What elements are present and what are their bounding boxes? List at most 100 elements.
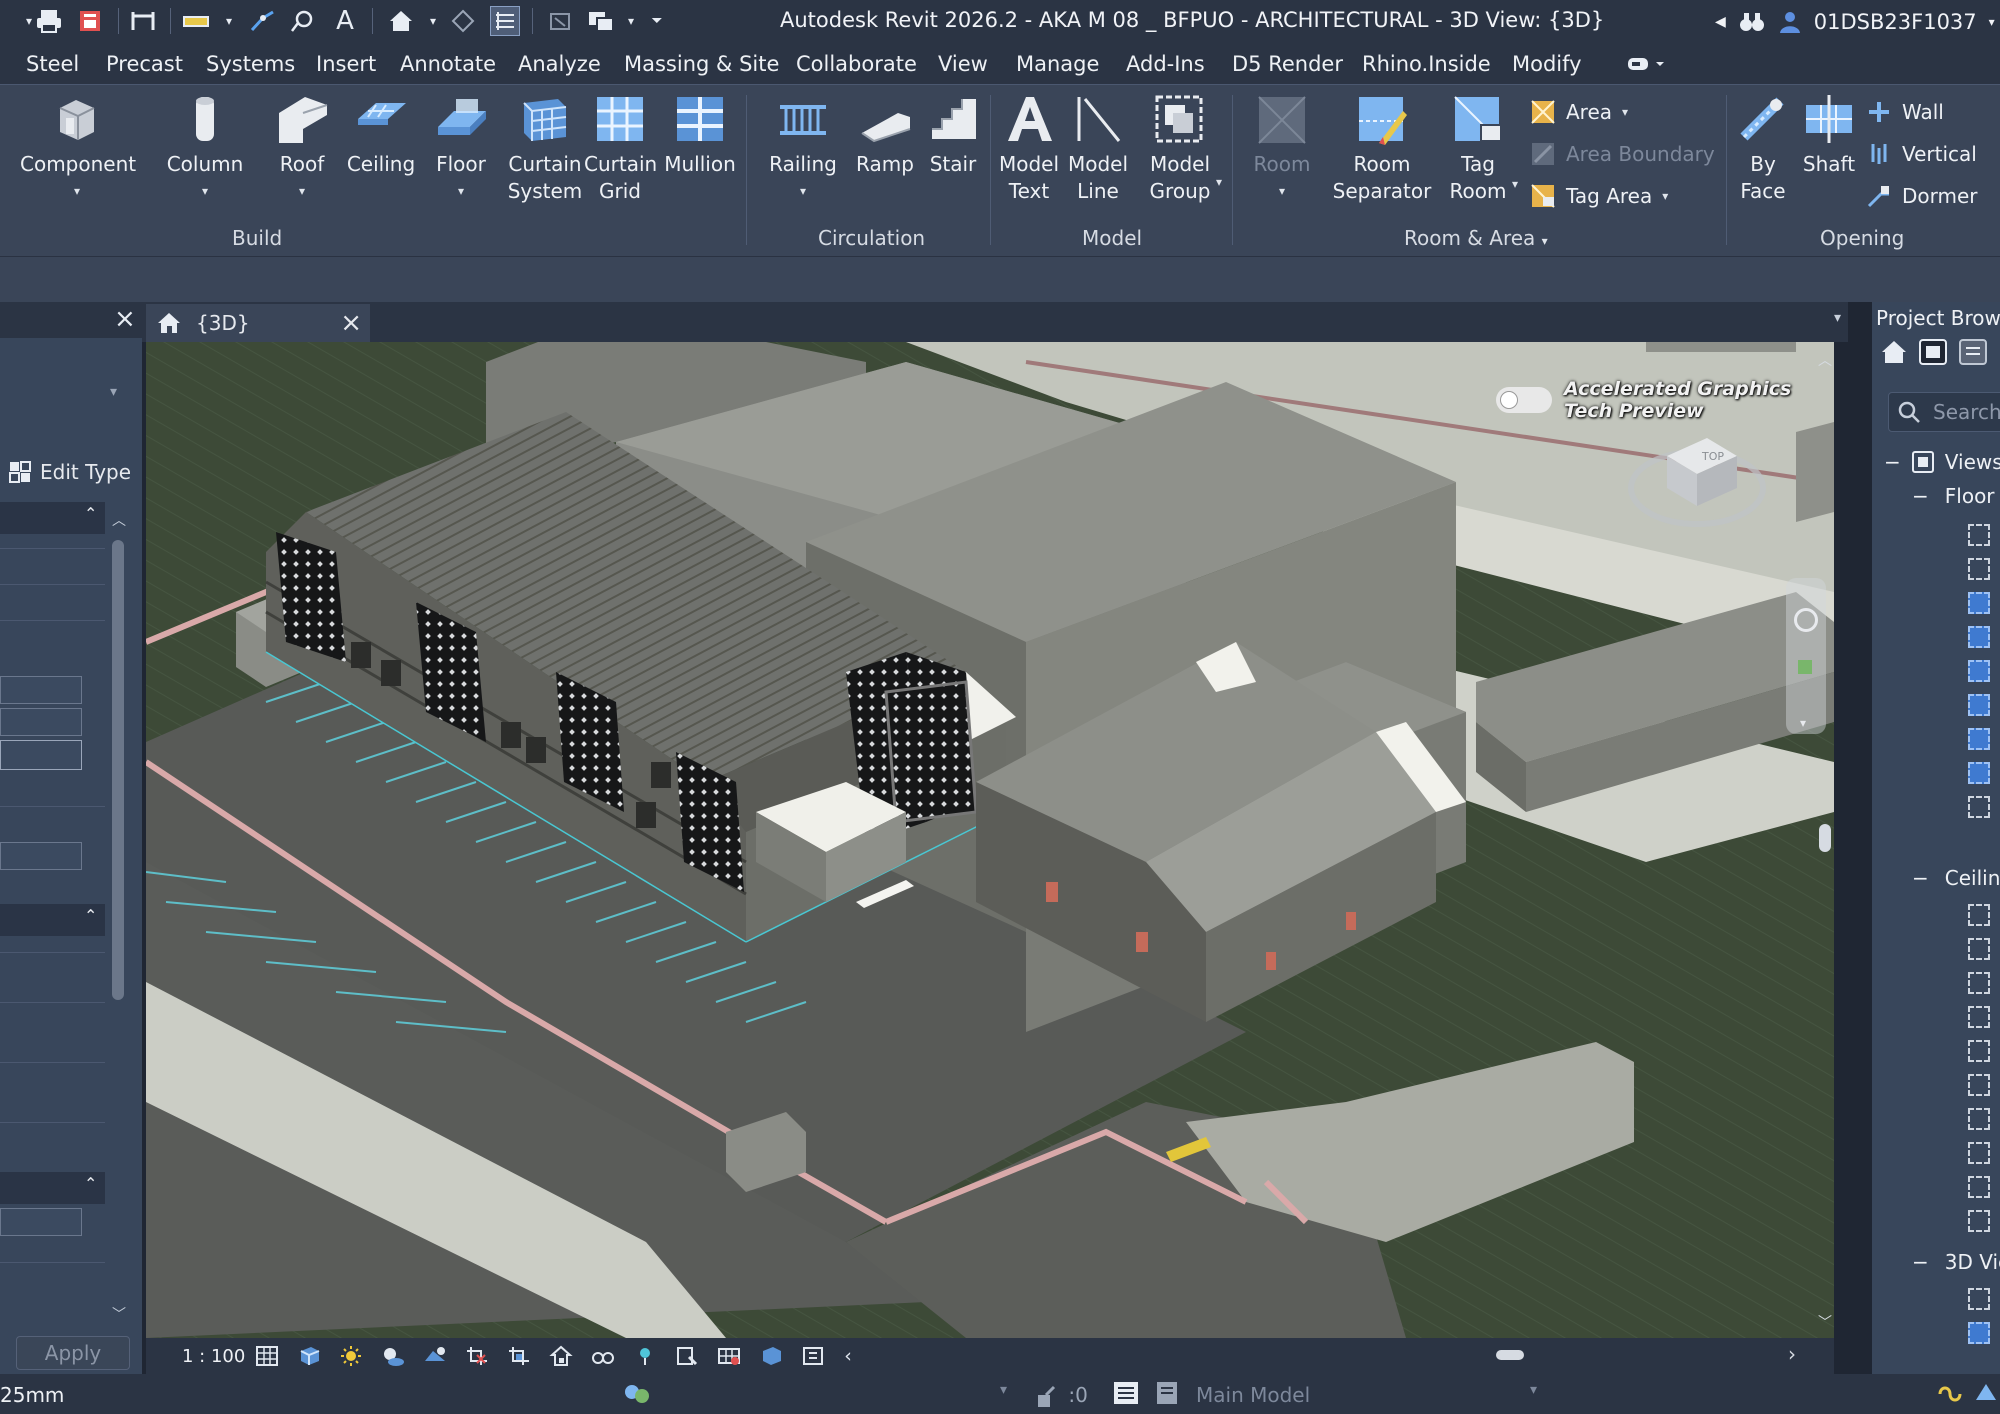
tag-icon[interactable] — [248, 6, 278, 36]
close-hidden-windows-icon[interactable] — [546, 6, 576, 36]
properties-scrollbar[interactable] — [112, 534, 124, 1294]
binoculars-icon[interactable] — [1738, 10, 1766, 34]
switch-windows-icon[interactable] — [586, 6, 616, 36]
active-design-option[interactable]: Main Model — [1196, 1383, 1310, 1407]
home-icon[interactable] — [1880, 338, 1908, 366]
wall-opening-button[interactable]: Wall — [1866, 99, 1944, 125]
apply-button[interactable]: Apply — [16, 1336, 130, 1370]
select-underlay-icon[interactable] — [1972, 1380, 2000, 1411]
ceiling-plan-view-icon[interactable] — [1968, 1142, 1990, 1164]
user-name[interactable]: 01DSB23F1037 — [1814, 10, 1977, 34]
vertical-scroll-thumb[interactable] — [1819, 824, 1831, 852]
dimension-icon[interactable] — [182, 6, 212, 36]
chevron-down-icon[interactable]: ▾ — [1216, 175, 1222, 189]
mullion-button[interactable]: Mullion — [660, 93, 740, 178]
collapse-icon[interactable]: ⌃ — [84, 906, 97, 925]
tab-3d-view[interactable]: {3D} × — [146, 304, 370, 342]
floor-plan-view-icon[interactable] — [1968, 626, 1990, 648]
close-icon[interactable]: × — [114, 304, 136, 334]
tree-node-floor-plans[interactable]: − Floor P — [1912, 484, 2000, 508]
steering-wheel-icon[interactable] — [1794, 608, 1818, 632]
tab-insert[interactable]: Insert — [316, 52, 376, 76]
chevron-left-icon[interactable]: ◀ — [1715, 14, 1726, 30]
main-model-icon[interactable] — [1154, 1380, 1182, 1411]
tab-view[interactable]: View — [938, 52, 988, 76]
toggle-switch[interactable] — [1496, 387, 1552, 413]
property-field[interactable] — [0, 740, 82, 770]
property-field[interactable] — [0, 842, 82, 870]
crop-view-icon[interactable] — [456, 1341, 498, 1371]
floor-plan-view-icon[interactable] — [1968, 728, 1990, 750]
tab-d5-render[interactable]: D5 Render — [1232, 52, 1343, 76]
property-field[interactable] — [0, 676, 82, 704]
floor-plan-view-icon[interactable] — [1968, 694, 1990, 716]
ramp-button[interactable]: Ramp — [852, 93, 918, 178]
tab-analyze[interactable]: Analyze — [518, 52, 601, 76]
ceiling-plan-view-icon[interactable] — [1968, 938, 1990, 960]
design-options-icon[interactable] — [622, 1380, 652, 1413]
tab-manage[interactable]: Manage — [1016, 52, 1099, 76]
tag-area-button[interactable]: Tag Area ▾ — [1530, 183, 1668, 209]
reveal-hidden-icon[interactable] — [624, 1341, 666, 1371]
floor-plan-view-icon[interactable] — [1968, 796, 1990, 818]
print-preview-icon[interactable] — [76, 6, 106, 36]
properties-group-header[interactable]: ⌃ — [0, 904, 105, 936]
collapse-icon[interactable]: − — [1912, 866, 1929, 890]
3d-view-icon[interactable] — [1968, 1322, 1990, 1344]
tab-list-dropdown-icon[interactable]: ▾ — [1834, 310, 1841, 326]
lasso-icon[interactable] — [288, 6, 318, 36]
collapse-icon[interactable]: ⌃ — [84, 1174, 97, 1193]
tab-collaborate[interactable]: Collaborate — [796, 52, 917, 76]
model-group-button[interactable]: Model Group — [1140, 93, 1220, 205]
tag-room-button[interactable]: Tag Room — [1442, 93, 1514, 205]
view-cube[interactable]: TOP — [1622, 416, 1772, 536]
scroll-down-icon[interactable]: ﹀ — [1818, 1312, 1832, 1332]
ceiling-plan-view-icon[interactable] — [1968, 1006, 1990, 1028]
chevron-down-icon[interactable]: ▾ — [1000, 1382, 1007, 1398]
section-icon[interactable] — [448, 6, 478, 36]
thin-lines-icon[interactable] — [490, 6, 520, 36]
tree-node-3d-views[interactable]: − 3D Vie — [1912, 1250, 2000, 1274]
railing-button[interactable]: Railing ▾ — [760, 93, 846, 205]
detail-level-icon[interactable] — [246, 1341, 288, 1371]
edit-type-button[interactable]: Edit Type — [8, 460, 131, 484]
floor-button[interactable]: Floor ▾ — [424, 93, 498, 205]
ceiling-button[interactable]: Ceiling — [342, 93, 420, 178]
chevron-down-icon[interactable]: ▾ — [1989, 15, 1995, 29]
horizontal-scroll-thumb[interactable] — [1496, 1350, 1524, 1360]
tree-node-ceiling-plans[interactable]: − Ceiling — [1912, 866, 2000, 890]
tab-modify[interactable]: Modify — [1512, 52, 1582, 76]
drawing-canvas-3d-view[interactable]: Accelerated Graphics Tech Preview TOP ▾ … — [146, 342, 1834, 1338]
worksets-indicator[interactable]: :0 — [1036, 1383, 1088, 1409]
text-icon[interactable]: A — [330, 6, 360, 36]
chevron-left-icon[interactable]: ‹ — [834, 1341, 862, 1371]
shadows-icon[interactable] — [372, 1341, 414, 1371]
ribbon-minimize-icon[interactable] — [1626, 54, 1666, 78]
floor-plan-view-icon[interactable] — [1968, 558, 1990, 580]
stair-button[interactable]: Stair — [922, 93, 984, 178]
component-button[interactable]: Component ▾ — [20, 93, 136, 205]
user-icon[interactable] — [1778, 10, 1802, 34]
scroll-up-icon[interactable]: ︿ — [112, 510, 126, 530]
3d-view-icon[interactable] — [1968, 1288, 1990, 1310]
scroll-right-icon[interactable]: › — [1788, 1342, 1796, 1366]
property-field[interactable] — [0, 708, 82, 736]
column-button[interactable]: Column ▾ — [160, 93, 250, 205]
collapse-icon[interactable]: − — [1884, 450, 1901, 474]
browser-organization-icon[interactable] — [1918, 338, 1948, 366]
render-icon[interactable] — [414, 1341, 456, 1371]
measure-icon[interactable] — [128, 6, 158, 36]
curtain-grid-button[interactable]: Curtain Grid — [584, 93, 657, 205]
area-button[interactable]: Area ▾ — [1530, 99, 1628, 125]
tab-massing-site[interactable]: Massing & Site — [624, 52, 779, 76]
chevron-down-icon[interactable]: ▾ — [214, 6, 244, 36]
shaft-button[interactable]: Shaft — [1798, 93, 1860, 178]
model-text-button[interactable]: Model Text — [994, 93, 1064, 205]
ceiling-plan-view-icon[interactable] — [1968, 972, 1990, 994]
canvas-vertical-scrollbar[interactable]: ︿ ﹀ — [1816, 342, 1834, 1338]
highlight-displacement-icon[interactable] — [792, 1341, 834, 1371]
show-crop-region-icon[interactable] — [498, 1341, 540, 1371]
area-boundary-button[interactable]: Area Boundary — [1530, 141, 1715, 167]
tab-add-ins[interactable]: Add-Ins — [1126, 52, 1205, 76]
collapse-icon[interactable]: − — [1912, 1250, 1929, 1274]
